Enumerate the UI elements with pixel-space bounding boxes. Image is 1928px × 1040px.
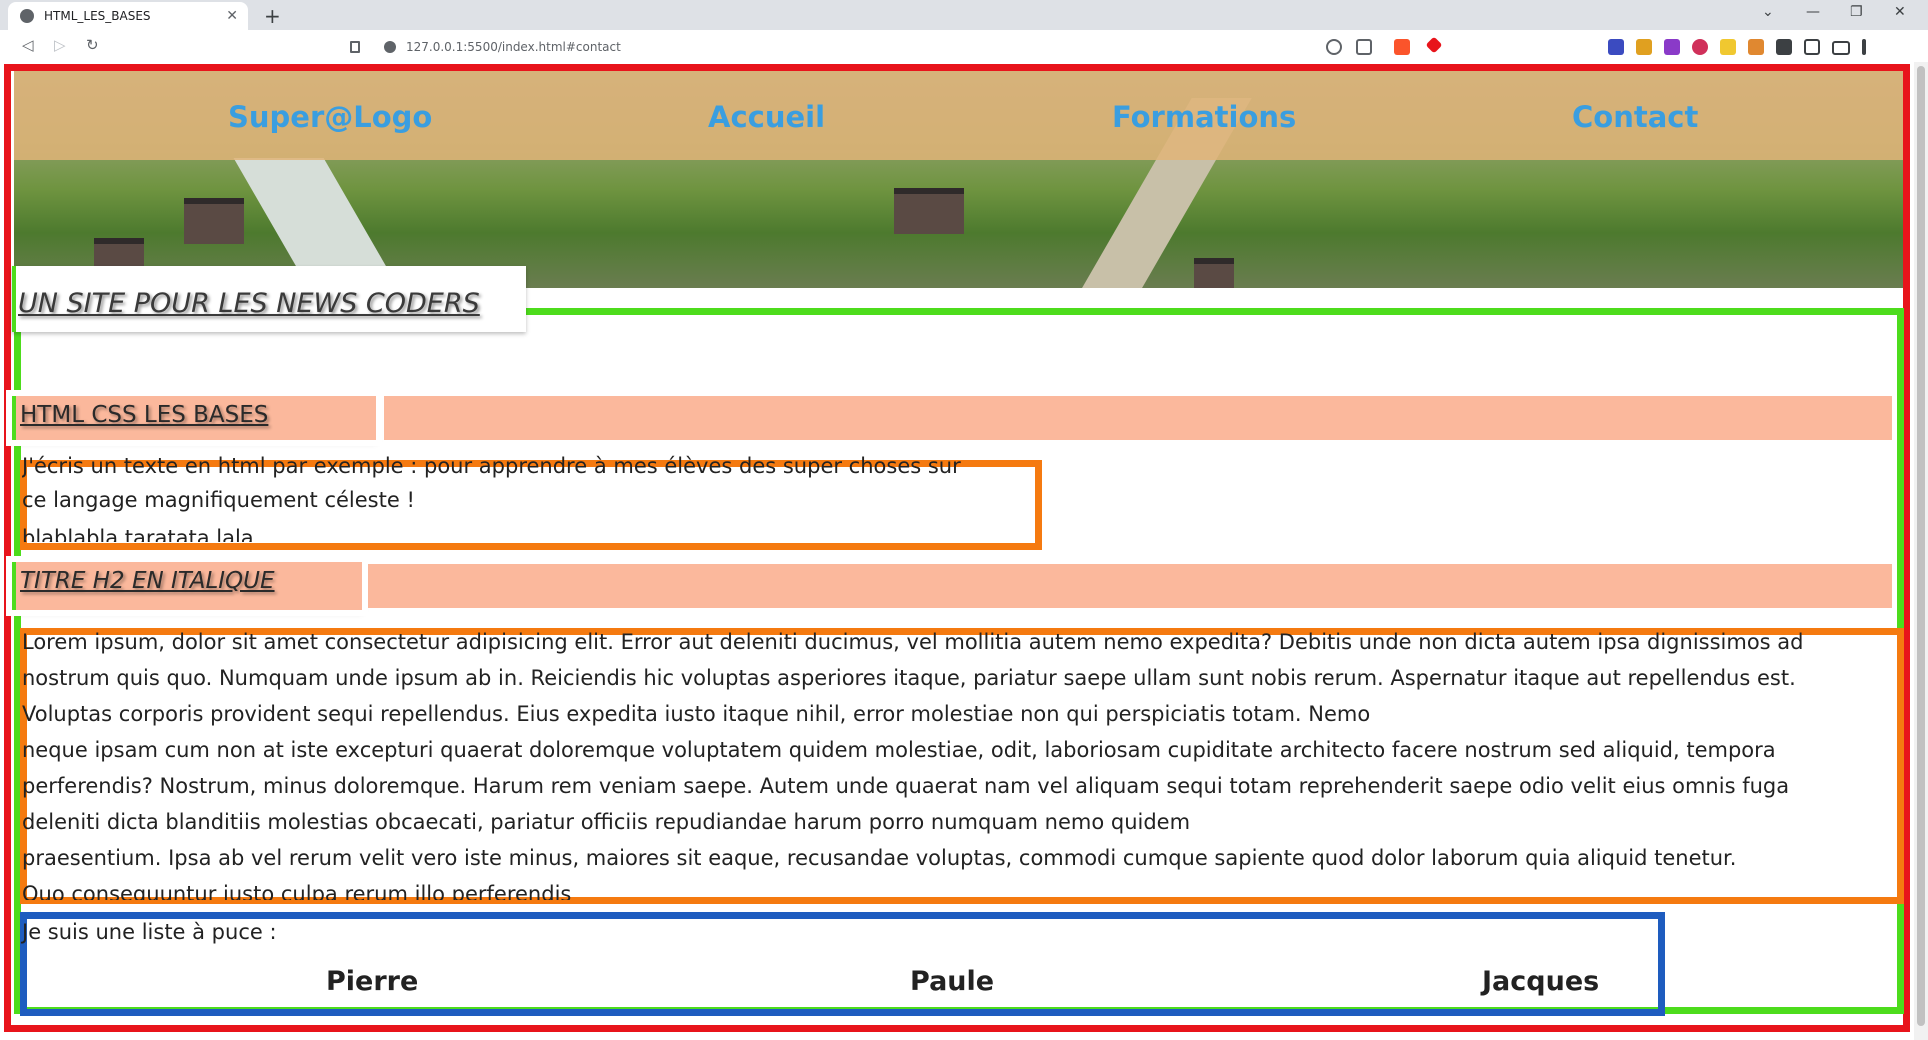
sidebar-icon[interactable] [1804, 39, 1820, 55]
extension-icon[interactable] [1720, 39, 1736, 55]
lorem-line: nostrum quis quo. Numquam unde ipsum ab … [22, 666, 1796, 690]
extension-icon[interactable] [1608, 39, 1624, 55]
new-tab-button[interactable]: + [264, 4, 281, 28]
bookmark-icon[interactable] [350, 41, 360, 53]
scrollbar-thumb[interactable] [1917, 66, 1925, 1026]
intro-line: ce langage magnifiquement céleste ! [22, 488, 415, 512]
lorem-paragraph: Lorem ipsum, dolor sit amet consectetur … [22, 624, 1902, 900]
url-text: 127.0.0.1:5500/index.html#contact [406, 40, 621, 54]
intro-line: J'écris un texte en html par exemple : p… [22, 454, 961, 478]
page-viewport: Super@Logo Accueil Formations Contact UN… [0, 62, 1928, 1040]
lorem-line: Quo consequuntur iusto culpa rerum illo … [22, 882, 572, 900]
extension-icon[interactable] [1748, 39, 1764, 55]
brave-icon[interactable] [1394, 39, 1410, 55]
list-item: Jacques [1482, 966, 1600, 997]
share-icon[interactable] [1356, 39, 1372, 55]
h2-background [384, 396, 1892, 440]
tab-bar: HTML_LES_BASES ✕ + ⌄ — ❐ ✕ [0, 0, 1928, 30]
section-heading-italic: TITRE H2 EN ITALIQUE [20, 568, 275, 594]
lorem-line: Lorem ipsum, dolor sit amet consectetur … [22, 630, 1804, 654]
intro-line: blablabla taratata lala [22, 526, 254, 542]
url-field[interactable]: 127.0.0.1:5500/index.html#contact [350, 35, 1380, 59]
section-heading: HTML CSS LES BASES [20, 402, 269, 428]
favicon-icon [20, 9, 34, 23]
page-title: UN SITE POUR LES NEWS CODERS [18, 288, 480, 319]
h2-background [368, 564, 1892, 608]
info-icon[interactable] [384, 41, 396, 53]
browser-tab[interactable]: HTML_LES_BASES ✕ [8, 2, 248, 30]
lorem-line: Voluptas corporis provident sequi repell… [22, 702, 1371, 726]
restore-button[interactable]: ❐ [1850, 4, 1863, 20]
tab-menu-icon[interactable]: ⌄ [1762, 4, 1774, 20]
lorem-line: deleniti dicta blanditiis molestias obca… [22, 810, 1191, 834]
reload-icon[interactable]: ↻ [86, 36, 99, 54]
back-icon[interactable]: ◁ [22, 36, 34, 54]
tab-title: HTML_LES_BASES [44, 9, 151, 23]
lorem-line: neque ipsam cum non at iste excepturi qu… [22, 738, 1776, 762]
list-item: Paule [910, 966, 995, 997]
list-intro: Je suis une liste à puce : [22, 920, 277, 944]
extensions-puzzle-icon[interactable] [1776, 39, 1792, 55]
extension-icon[interactable] [1692, 39, 1708, 55]
list-item: Pierre [326, 966, 419, 997]
extension-icon[interactable] [1664, 39, 1680, 55]
extension-icon[interactable] [1636, 39, 1652, 55]
lorem-line: praesentium. Ipsa ab vel rerum velit ver… [22, 846, 1737, 870]
vertical-scrollbar[interactable] [1914, 62, 1928, 1040]
close-window-button[interactable]: ✕ [1894, 4, 1906, 20]
minimize-button[interactable]: — [1806, 4, 1820, 20]
menu-icon[interactable] [1862, 39, 1866, 55]
zoom-icon[interactable] [1326, 39, 1342, 55]
lorem-line: perferendis? Nostrum, minus doloremque. … [22, 774, 1790, 798]
tab-close-icon[interactable]: ✕ [226, 8, 238, 24]
forward-icon[interactable]: ▷ [54, 36, 66, 54]
wallet-icon[interactable] [1832, 41, 1850, 55]
